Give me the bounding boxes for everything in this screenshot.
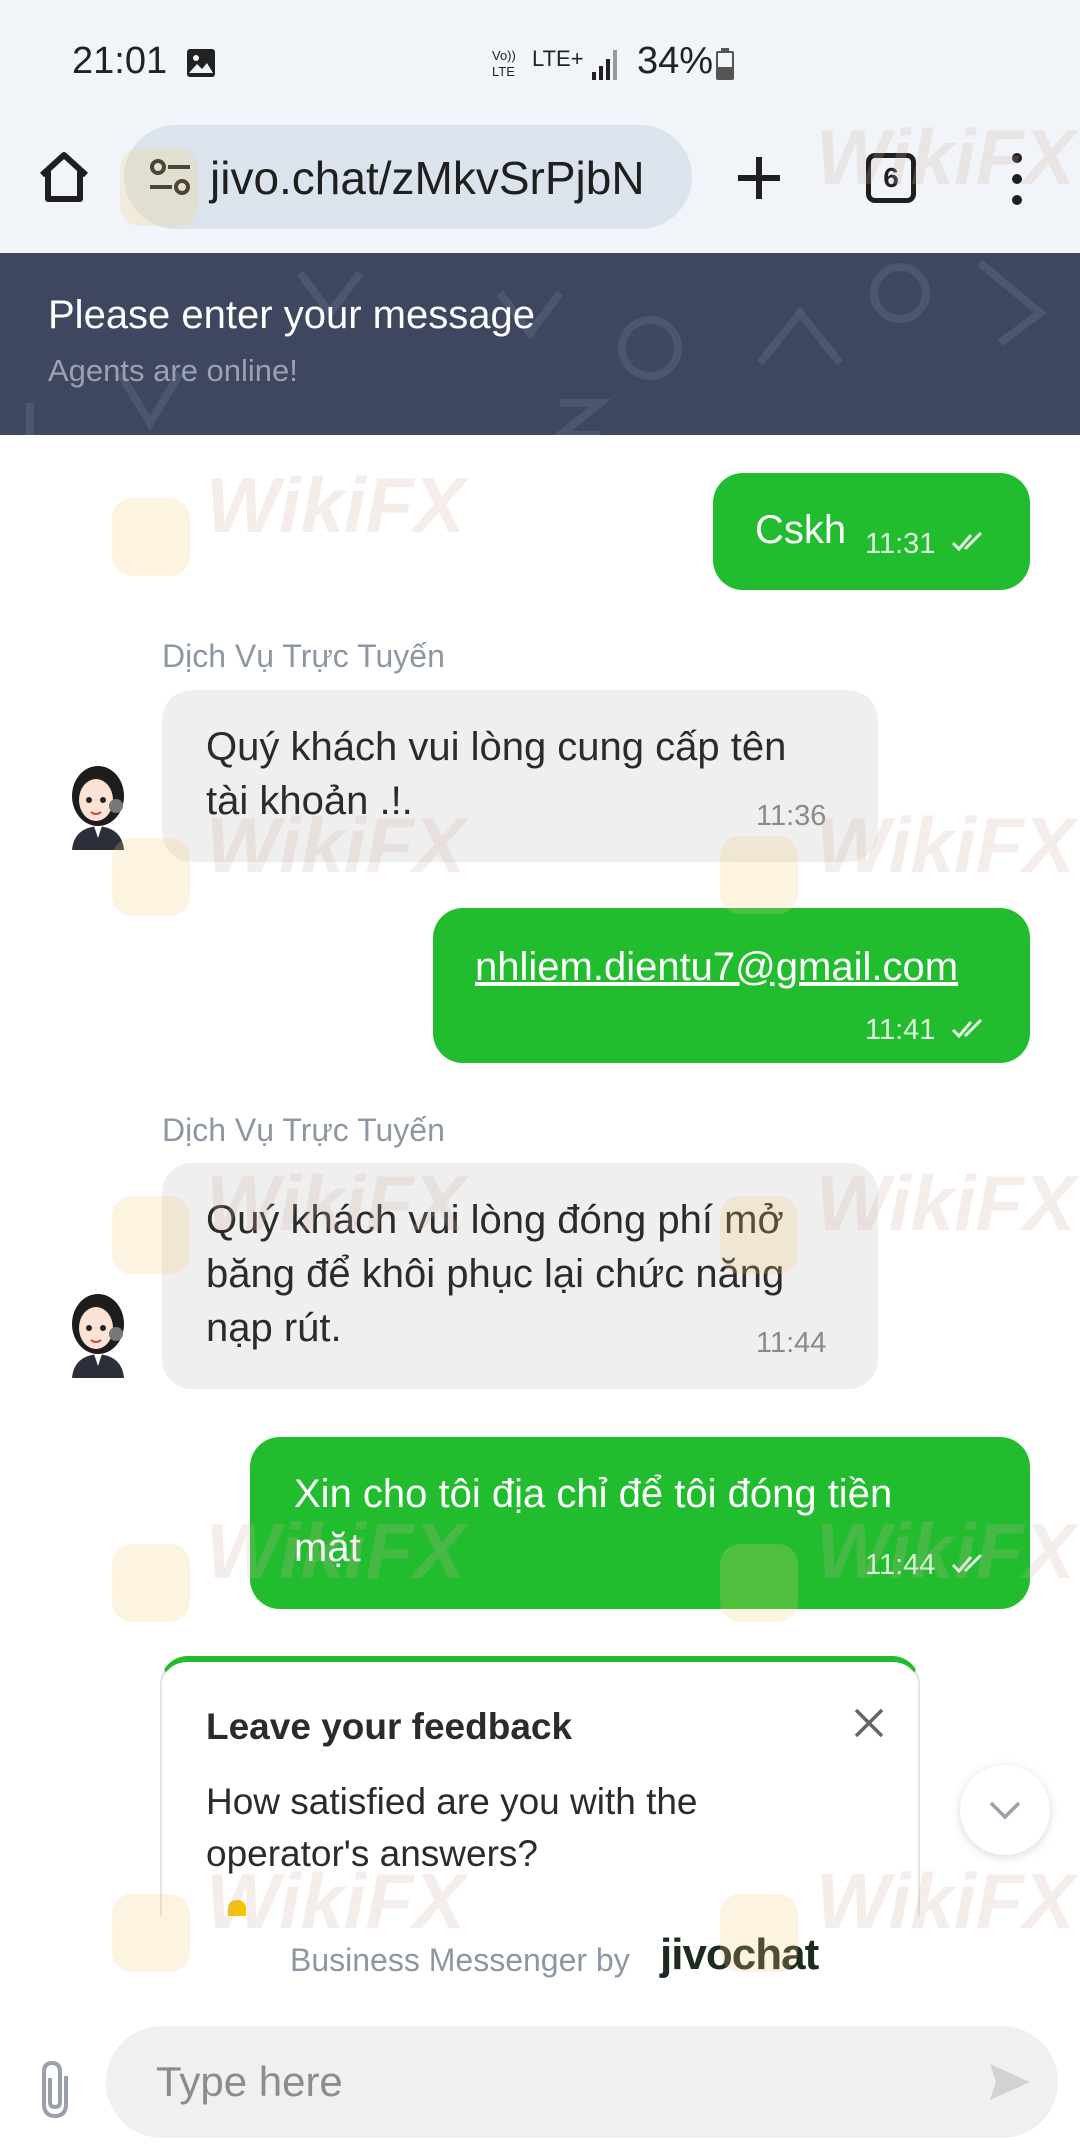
read-ticks-icon bbox=[951, 1018, 983, 1039]
battery-icon bbox=[716, 48, 734, 80]
home-icon[interactable] bbox=[36, 149, 92, 205]
paperclip-icon[interactable] bbox=[36, 2058, 74, 2120]
watermark: WikiFX bbox=[206, 1507, 466, 1595]
network-label: LTE+ bbox=[532, 46, 584, 71]
feedback-title: Leave your feedback bbox=[206, 1706, 573, 1747]
watermark-logo bbox=[112, 1894, 190, 1972]
svg-text:Vo)): Vo)) bbox=[492, 48, 516, 63]
watermark: WikiFX bbox=[206, 1857, 466, 1945]
read-ticks-icon bbox=[951, 531, 983, 552]
watermark-logo bbox=[112, 1544, 190, 1622]
message-time: 11:41 bbox=[865, 1014, 936, 1046]
battery-percent: 34% bbox=[637, 40, 714, 82]
message-text: Quý khách vui lòng cung cấp tên bbox=[206, 725, 787, 769]
watermark: WikiFX bbox=[206, 461, 466, 549]
message-input[interactable] bbox=[156, 2056, 936, 2108]
chat-header: Please enter your message Agents are onl… bbox=[0, 253, 1080, 435]
watermark-logo bbox=[720, 836, 798, 914]
watermark-logo bbox=[720, 1196, 798, 1274]
email-link[interactable]: nhliem.dientu7@gmail.com bbox=[475, 940, 958, 994]
message-text: Cskh bbox=[755, 508, 847, 552]
close-icon[interactable] bbox=[852, 1706, 886, 1740]
message-time: 11:44 bbox=[756, 1327, 827, 1359]
chat-subtitle: Agents are online! bbox=[48, 353, 298, 388]
outgoing-message[interactable]: Cskh 11:31 bbox=[713, 473, 1030, 590]
watermark-logo bbox=[112, 498, 190, 576]
chevron-down-icon bbox=[989, 1801, 1021, 1820]
sender-name: Dịch Vụ Trực Tuyến bbox=[162, 638, 445, 674]
status-time: 21:01 bbox=[72, 40, 168, 82]
watermark-logo bbox=[720, 1544, 798, 1622]
status-bar: 21:01 Vo)) LTE LTE+ 34% bbox=[0, 0, 1080, 125]
message-composer bbox=[106, 2026, 1058, 2138]
outgoing-message[interactable]: nhliem.dientu7@gmail.com 11:41 bbox=[433, 908, 1030, 1063]
watermark: WikiFX bbox=[816, 801, 1076, 889]
watermark: WikiFX bbox=[816, 1507, 1076, 1595]
watermark-logo bbox=[120, 148, 198, 226]
scroll-down-button[interactable] bbox=[960, 1765, 1050, 1855]
header-pattern bbox=[26, 259, 1047, 435]
message-text: băng để khôi phục lại chức năng bbox=[206, 1252, 785, 1296]
watermark-logo bbox=[112, 1196, 190, 1274]
url-text[interactable]: jivo.chat/zMkvSrPjbN bbox=[210, 151, 645, 205]
watermark: WikiFX bbox=[816, 113, 1076, 201]
message-text: nạp rút. bbox=[206, 1306, 342, 1350]
chat-title: Please enter your message bbox=[48, 293, 535, 337]
watermark-logo bbox=[112, 838, 190, 916]
agent-avatar bbox=[72, 766, 124, 850]
agent-avatar bbox=[72, 1294, 124, 1378]
plus-icon[interactable] bbox=[734, 153, 784, 203]
sender-name: Dịch Vụ Trực Tuyến bbox=[162, 1112, 445, 1148]
watermark: WikiFX bbox=[206, 1159, 466, 1247]
powered-by-text: Business Messenger by bbox=[290, 1942, 630, 1978]
signal-icon: Vo)) LTE LTE+ bbox=[492, 46, 617, 80]
watermark: WikiFX bbox=[816, 1857, 1076, 1945]
address-bar[interactable]: jivo.chat/zMkvSrPjbN bbox=[124, 125, 692, 229]
send-icon[interactable] bbox=[986, 2058, 1034, 2106]
watermark-logo bbox=[720, 1894, 798, 1972]
svg-text:LTE: LTE bbox=[492, 64, 515, 79]
watermark: WikiFX bbox=[206, 801, 466, 889]
gallery-icon bbox=[187, 49, 215, 77]
message-time: 11:31 bbox=[865, 528, 936, 560]
watermark: WikiFX bbox=[816, 1159, 1076, 1247]
